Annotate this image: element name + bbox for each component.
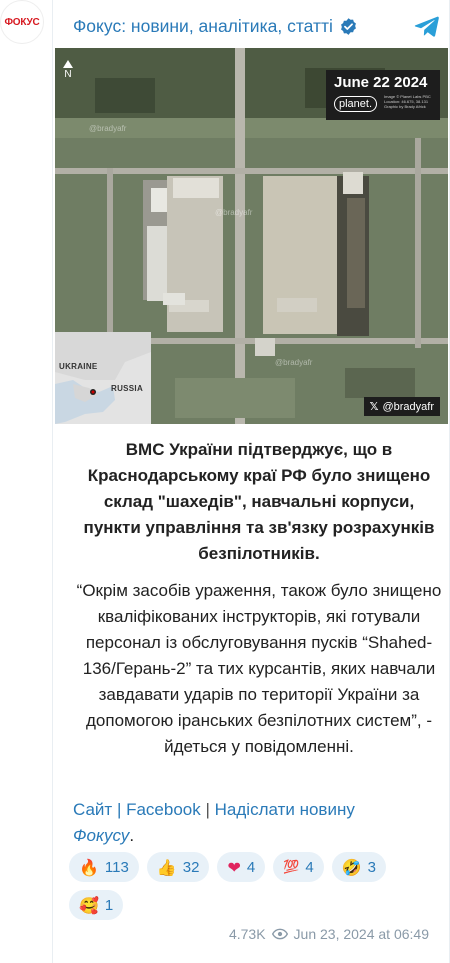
inset-label-russia: RUSSIA: [111, 384, 144, 393]
post-links: Сайт | Facebook | Надіслати новину Фокус…: [73, 797, 445, 849]
telegram-share-icon[interactable]: [413, 12, 441, 40]
links-period: .: [129, 826, 135, 845]
rofl-icon: 🤣: [341, 857, 362, 877]
hundred-points-icon: 💯: [283, 859, 300, 875]
reactions-bar: 🔥 113 👍 32 ❤ 4 💯 4 🤣 3 🥰 1: [69, 852, 445, 920]
north-indicator: N: [61, 60, 75, 80]
reaction-count: 4: [305, 858, 314, 876]
view-count: 4.73K: [228, 926, 266, 942]
watermark: @bradyafr: [89, 124, 127, 133]
post-quote: “Окрім засобів ураження, також було знищ…: [76, 581, 442, 756]
channel-name[interactable]: Фокус: новини, аналітика, статті: [73, 16, 333, 37]
verified-badge-icon: [340, 17, 356, 35]
reaction-count: 1: [104, 896, 114, 914]
reaction-count: 32: [182, 858, 200, 876]
thumbs-up-icon: 👍: [156, 857, 177, 877]
reaction-smiling-hearts[interactable]: 🥰 1: [69, 890, 124, 920]
heart-icon: ❤: [227, 857, 241, 877]
site-link[interactable]: Сайт: [73, 800, 112, 819]
fire-icon: 🔥: [79, 857, 99, 877]
post-headline: ВМС України підтверджує, що в Краснодарс…: [83, 440, 435, 563]
watermark: @bradyafr: [215, 208, 253, 217]
locator-map-inset: UKRAINE RUSSIA: [55, 332, 151, 424]
reaction-count: 113: [104, 858, 129, 876]
x-logo-icon: 𝕏: [369, 401, 379, 413]
reaction-fire[interactable]: 🔥 113: [69, 852, 139, 882]
image-date: June 22 2024: [334, 74, 428, 91]
north-arrow-icon: [63, 60, 73, 68]
image-date-label: June 22 2024 planet. Image © Planet Labs…: [326, 70, 440, 120]
reaction-hundred[interactable]: 💯 4: [273, 852, 324, 882]
image-caption: Image © Planet Labs PBC Location: 46.675…: [384, 94, 431, 109]
reaction-rofl[interactable]: 🤣 3: [331, 852, 386, 882]
fokusu-link[interactable]: Фокусу: [73, 826, 129, 845]
credit-handle: @bradyafr: [382, 400, 434, 413]
message-meta: 4.73K Jun 23, 2024 at 06:49: [229, 926, 429, 942]
message-header: Фокус: новини, аналітика, статті: [73, 10, 445, 42]
reaction-thumbs-up[interactable]: 👍 32: [146, 852, 210, 882]
watermark: @bradyafr: [275, 358, 313, 367]
avatar-logo-text: ФОКУС: [4, 16, 40, 28]
message-bubble: Фокус: новини, аналітика, статті N @brad…: [52, 0, 450, 963]
site-link-separator[interactable]: |: [112, 800, 126, 819]
photo-credit: 𝕏 @bradyafr: [363, 397, 440, 416]
reaction-heart[interactable]: ❤ 4: [217, 852, 266, 882]
inset-label-ukraine: UKRAINE: [59, 362, 98, 371]
reaction-count: 3: [367, 858, 376, 876]
planet-logo: planet.: [334, 96, 378, 112]
post-timestamp: Jun 23, 2024 at 06:49: [293, 926, 429, 942]
reaction-count: 4: [246, 858, 256, 876]
send-news-link[interactable]: Надіслати новину: [215, 800, 355, 819]
link-separator: |: [200, 800, 215, 819]
eye-icon: [271, 928, 288, 940]
satellite-photo[interactable]: N @bradyafr @bradyafr @bradyafr June 22 …: [55, 48, 448, 424]
facebook-link[interactable]: Facebook: [126, 800, 201, 819]
locator-map-graphic: [55, 332, 151, 424]
smiling-hearts-icon: 🥰: [79, 895, 99, 915]
channel-avatar[interactable]: ФОКУС: [0, 0, 44, 44]
